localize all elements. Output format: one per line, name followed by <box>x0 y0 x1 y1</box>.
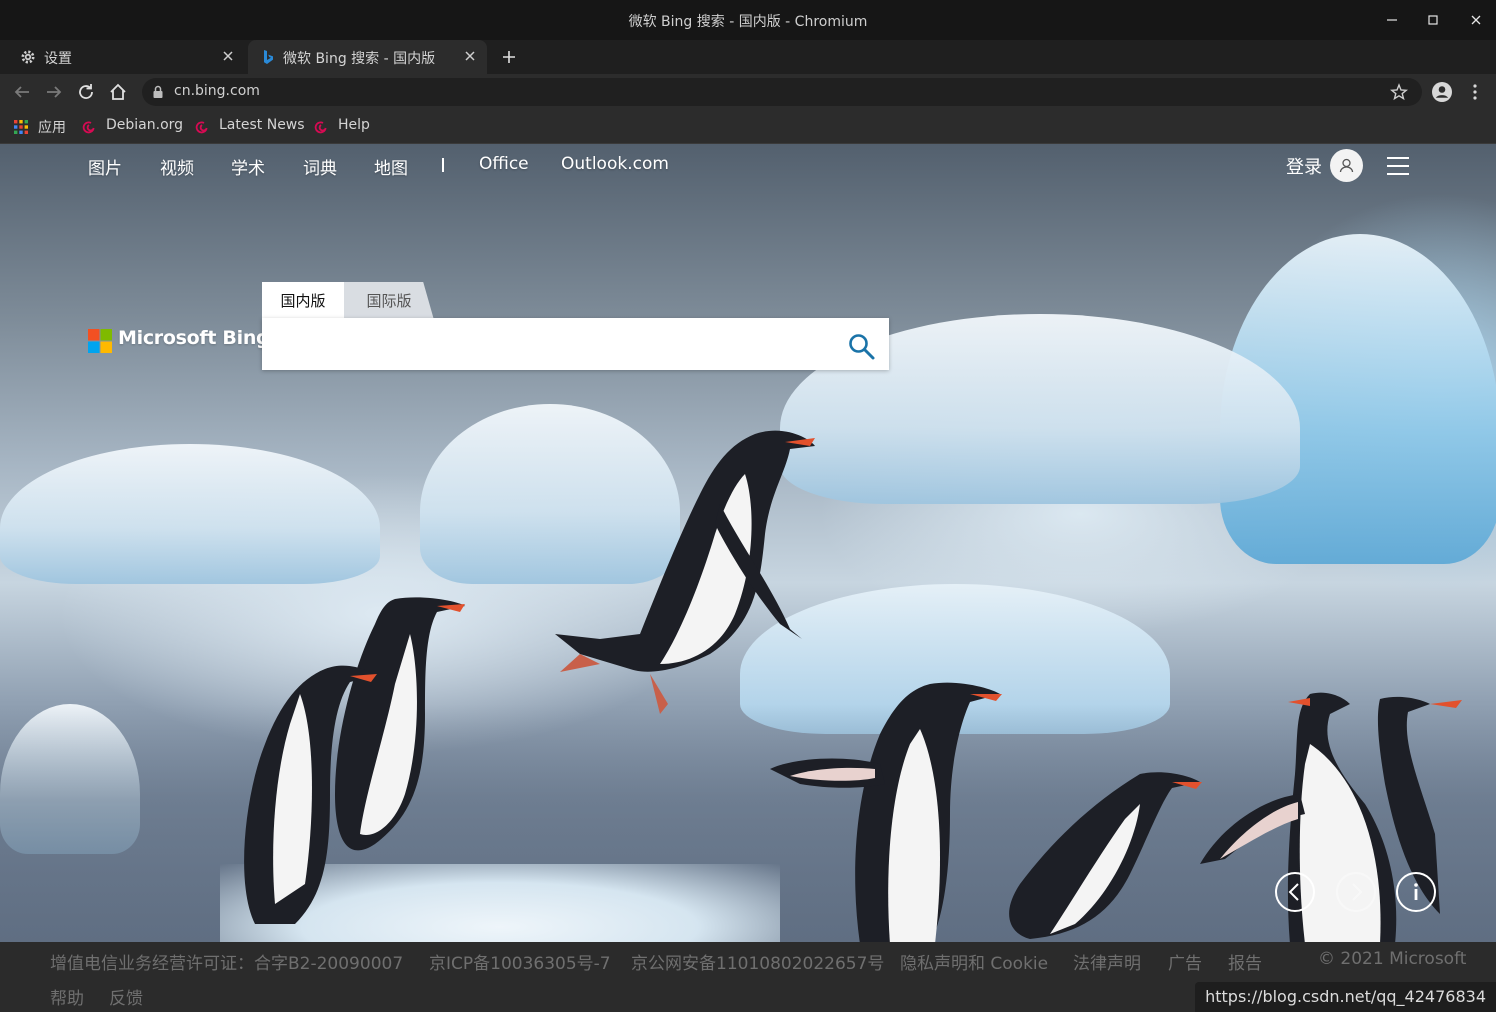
account-circle-icon <box>1432 82 1452 102</box>
penguin-pair-image <box>244 597 465 924</box>
debian-swirl-icon <box>195 121 208 134</box>
forward-button[interactable] <box>42 80 66 104</box>
footer-copyright: © 2021 Microsoft <box>1318 949 1467 969</box>
bing-header-nav: 图片 视频 学术 词典 地图 Office Outlook.com 登录 <box>0 144 1496 188</box>
scope-tab-domestic[interactable]: 国内版 <box>262 282 344 320</box>
gear-icon <box>21 50 35 64</box>
background-iceberg <box>0 444 380 584</box>
footer-feedback[interactable]: 反馈 <box>109 984 143 1009</box>
search-box <box>262 318 889 370</box>
window-title: 微软 Bing 搜索 - 国内版 - Chromium <box>628 14 868 30</box>
next-image-button[interactable] <box>1336 872 1376 912</box>
info-icon <box>1414 883 1418 900</box>
status-bar-url: https://blog.csdn.net/qq_42476834 <box>1195 982 1496 1012</box>
bing-icon <box>264 50 273 64</box>
debian-swirl-icon <box>314 121 327 134</box>
nav-academic[interactable]: 学术 <box>231 154 265 179</box>
avatar-button[interactable] <box>1330 149 1363 182</box>
nav-maps[interactable]: 地图 <box>374 154 408 179</box>
search-icon <box>849 334 875 360</box>
home-button[interactable] <box>106 80 130 104</box>
penguin-center-image <box>770 682 1002 942</box>
nav-images[interactable]: 图片 <box>88 154 122 179</box>
scope-tab-international[interactable]: 国际版 <box>344 282 434 320</box>
window-titlebar: 微软 Bing 搜索 - 国内版 - Chromium <box>0 0 1496 40</box>
tab-close-button[interactable] <box>461 47 479 65</box>
star-icon <box>1389 83 1409 101</box>
maximize-button[interactable] <box>1421 8 1445 32</box>
apps-grid-icon <box>14 120 28 134</box>
arrow-left-icon <box>14 86 29 98</box>
nav-office[interactable]: Office <box>479 154 529 174</box>
new-tab-button[interactable] <box>498 44 520 70</box>
close-icon <box>223 51 233 61</box>
footer-legal[interactable]: 法律声明 <box>1073 949 1141 974</box>
tab-close-button[interactable] <box>219 47 237 65</box>
penguin-right-image <box>1009 772 1202 939</box>
plus-icon <box>503 51 515 63</box>
tab-label: 设置 <box>44 51 72 67</box>
tab-settings[interactable]: 设置 <box>0 40 245 74</box>
maximize-icon <box>1428 15 1438 25</box>
minimize-icon <box>1387 19 1397 21</box>
nav-divider <box>442 158 444 172</box>
bookmark-label: 应用 <box>38 120 66 136</box>
bing-footer: 增值电信业务经营许可证：合字B2-20090007 京ICP备10036305号… <box>0 942 1496 1012</box>
arrow-right-icon <box>47 86 62 98</box>
more-vert-icon <box>1473 84 1477 100</box>
hamburger-icon <box>1387 165 1409 167</box>
footer-license[interactable]: 增值电信业务经营许可证：合字B2-20090007 <box>50 949 403 974</box>
signin-link[interactable]: 登录 <box>1286 153 1322 179</box>
bookmark-label: Help <box>338 117 370 133</box>
browser-toolbar: cn.bing.com <box>0 74 1496 110</box>
footer-public-security[interactable]: 京公网安备11010802022657号 <box>631 949 884 974</box>
chevron-left-icon <box>1288 883 1299 901</box>
nav-outlook[interactable]: Outlook.com <box>561 154 669 174</box>
reload-button[interactable] <box>74 80 98 104</box>
address-url: cn.bing.com <box>174 83 260 99</box>
browser-menu-button[interactable] <box>1465 80 1485 104</box>
hamburger-icon <box>1387 173 1409 175</box>
logo-text: Microsoft Bing <box>118 327 270 349</box>
tab-strip: 设置 微软 Bing 搜索 - 国内版 <box>0 40 1496 74</box>
footer-report[interactable]: 报告 <box>1228 949 1262 974</box>
bookmark-label: Debian.org <box>106 117 184 133</box>
hamburger-menu-button[interactable] <box>1387 157 1409 175</box>
footer-help[interactable]: 帮助 <box>50 984 84 1009</box>
close-icon <box>1471 15 1481 25</box>
footer-advertise[interactable]: 广告 <box>1168 949 1202 974</box>
footer-icp[interactable]: 京ICP备10036305号-7 <box>429 949 611 974</box>
close-icon <box>465 51 475 61</box>
reload-icon <box>79 84 93 99</box>
bookmarks-bar: 应用 Debian.org Latest News Help <box>0 110 1496 144</box>
back-button[interactable] <box>10 80 34 104</box>
bing-homepage: 图片 视频 学术 词典 地图 Office Outlook.com 登录 Mic… <box>0 144 1496 942</box>
previous-image-button[interactable] <box>1275 872 1315 912</box>
bookmark-label: Latest News <box>219 117 305 133</box>
close-window-button[interactable] <box>1464 8 1488 32</box>
microsoft-logo-icon <box>88 329 112 353</box>
lock-icon <box>153 85 163 98</box>
bookmark-star-button[interactable] <box>1389 83 1409 101</box>
tab-bing[interactable]: 微软 Bing 搜索 - 国内版 <box>248 40 487 74</box>
search-button[interactable] <box>846 331 876 361</box>
user-icon <box>1339 158 1354 173</box>
tab-label: 微软 Bing 搜索 - 国内版 <box>283 51 436 67</box>
image-info-button[interactable] <box>1396 872 1436 912</box>
hamburger-icon <box>1387 157 1409 159</box>
debian-swirl-icon <box>82 121 95 134</box>
nav-videos[interactable]: 视频 <box>160 154 194 179</box>
profile-button[interactable] <box>1430 80 1454 104</box>
address-bar[interactable]: cn.bing.com <box>142 78 1422 106</box>
minimize-button[interactable] <box>1380 8 1404 32</box>
footer-privacy[interactable]: 隐私声明和 Cookie <box>900 949 1048 974</box>
chevron-right-icon <box>1352 883 1363 901</box>
nav-dictionary[interactable]: 词典 <box>303 154 337 179</box>
home-icon <box>110 83 126 100</box>
search-input[interactable] <box>276 328 836 360</box>
